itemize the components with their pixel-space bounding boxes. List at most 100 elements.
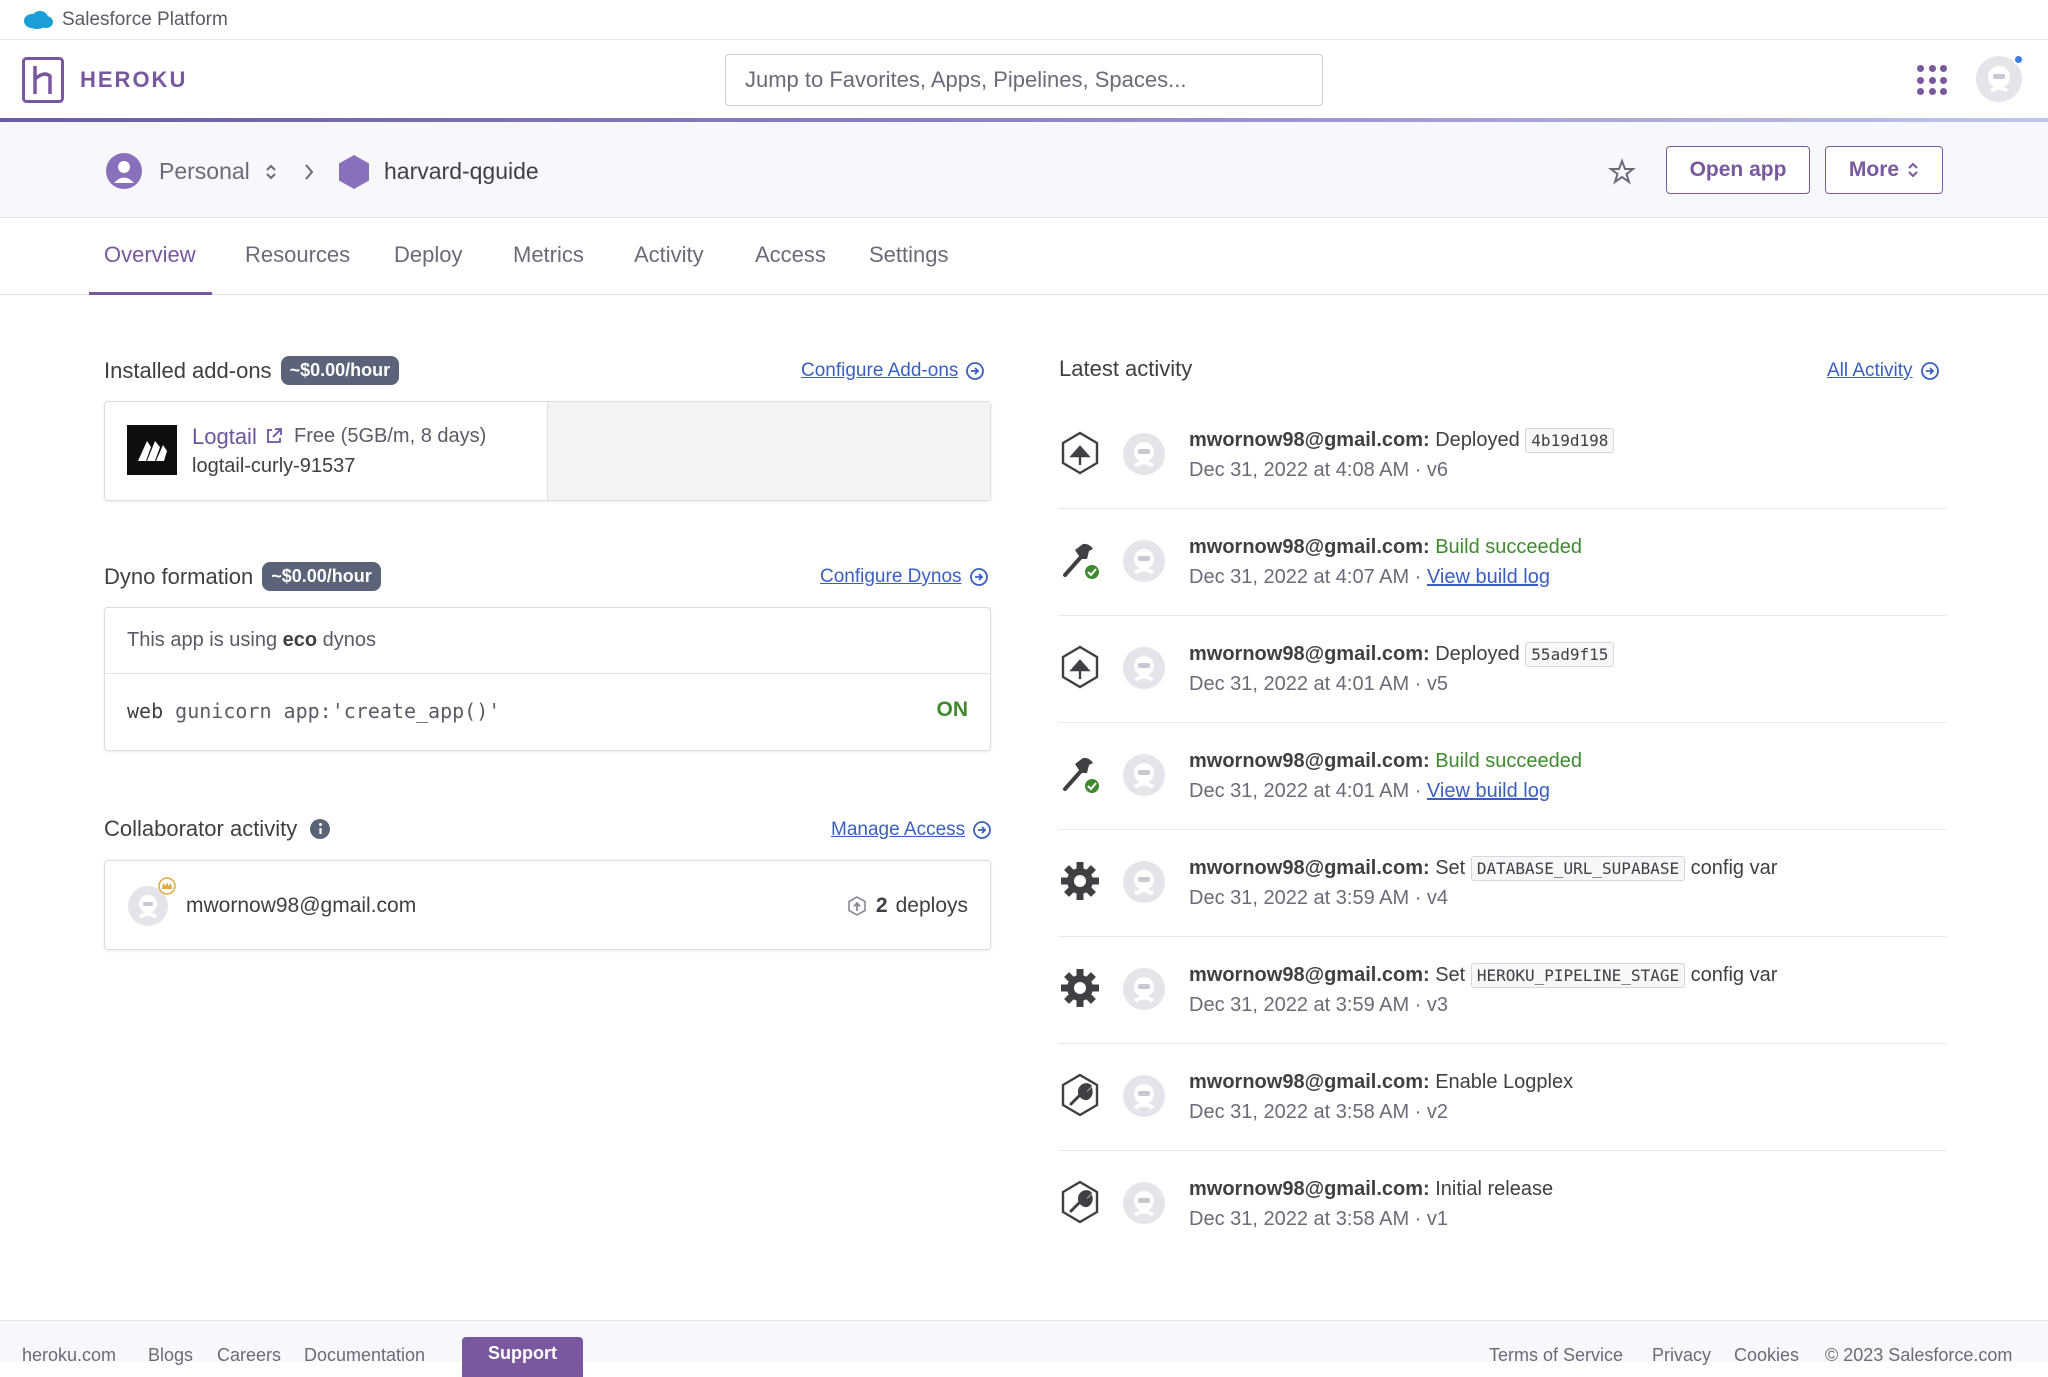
favorite-star-icon[interactable] [1608, 158, 1636, 186]
user-avatar [1123, 754, 1165, 796]
activity-timestamp: Dec 31, 2022 at 3:59 AM · v4 [1189, 887, 1449, 909]
config-var-name: HEROKU_PIPELINE_STAGE [1470, 963, 1686, 988]
footer-link-terms[interactable]: Terms of Service [1489, 1345, 1623, 1366]
app-header: Personal harvard-qguide Open app More [0, 122, 2048, 218]
footer-link-blogs[interactable]: Blogs [148, 1345, 193, 1366]
build-hammer-icon [1063, 757, 1101, 795]
activity-summary: mwornow98@gmail.com: Enable Logplex [1189, 1071, 1573, 1094]
addon-name-link[interactable]: Logtail [192, 424, 257, 450]
updown-chevron-icon[interactable] [264, 162, 278, 182]
dyno-section-title: Dyno formation ~$0.00/hour [104, 562, 381, 591]
addon-empty-slot [547, 402, 990, 500]
activity-user: mwornow98@gmail.com: [1189, 1178, 1430, 1200]
activity-action: Build succeeded [1435, 750, 1582, 772]
heroku-logo[interactable]: HEROKU [22, 57, 187, 103]
heroku-logo-icon [22, 57, 64, 103]
active-tab-indicator [89, 292, 212, 295]
collaborator-card: mwornow98@gmail.com 2 deploys [104, 860, 991, 950]
user-avatar [1123, 968, 1165, 1010]
activity-user: mwornow98@gmail.com: [1189, 536, 1430, 558]
configure-dynos-label: Configure Dynos [820, 566, 962, 587]
search-input[interactable] [725, 54, 1323, 106]
circle-arrow-icon [1920, 362, 1939, 380]
all-activity-link[interactable]: All Activity [1827, 360, 1939, 382]
tab-access[interactable]: Access [755, 242, 826, 268]
activity-user: mwornow98@gmail.com: [1189, 857, 1430, 879]
view-build-log-link[interactable]: View build log [1427, 566, 1550, 588]
activity-timestamp: Dec 31, 2022 at 3:58 AM · v1 [1189, 1208, 1449, 1230]
account-switcher[interactable]: Personal [159, 158, 250, 185]
user-avatar [1123, 1075, 1165, 1117]
configure-addons-label: Configure Add-ons [801, 360, 959, 381]
addon-id: logtail-curly-91537 [192, 455, 356, 477]
collaborator-deploys: 2 deploys [846, 894, 968, 918]
dyno-type-note: This app is using eco dynos [127, 629, 376, 652]
activity-user: mwornow98@gmail.com: [1189, 429, 1430, 451]
footer-link-documentation[interactable]: Documentation [304, 1345, 425, 1366]
activity-section-title: Latest activity [1059, 356, 1192, 382]
tab-metrics[interactable]: Metrics [513, 242, 584, 268]
wrench-icon [1061, 1180, 1099, 1224]
deploy-icon [1061, 645, 1099, 689]
more-button[interactable]: More [1825, 146, 1943, 194]
activity-item: mwornow98@gmail.com: Set HEROKU_PIPELINE… [1059, 937, 1946, 1044]
dyno-process[interactable]: web gunicorn app:'create_app()' [127, 699, 500, 723]
tab-settings[interactable]: Settings [869, 242, 949, 268]
deploy-icon [848, 896, 866, 916]
activity-item: mwornow98@gmail.com: Build succeeded Dec… [1059, 723, 1946, 830]
user-avatar [1123, 647, 1165, 689]
activity-item: mwornow98@gmail.com: Build succeeded Dec… [1059, 509, 1946, 616]
wrench-icon [1061, 1073, 1099, 1117]
dyno-note-prefix: This app is using [127, 629, 278, 651]
activity-item: mwornow98@gmail.com: Enable Logplex Dec … [1059, 1044, 1946, 1151]
activity-summary: mwornow98@gmail.com: Build succeeded [1189, 750, 1582, 773]
info-icon[interactable] [309, 818, 331, 840]
activity-timestamp: Dec 31, 2022 at 4:07 AM · View build log [1189, 566, 1550, 589]
activity-action: Initial release [1435, 1178, 1554, 1200]
activity-item: mwornow98@gmail.com: Initial release Dec… [1059, 1151, 1946, 1258]
configure-addons-link[interactable]: Configure Add-ons [801, 360, 985, 382]
more-button-label: More [1848, 158, 1900, 181]
activity-item: mwornow98@gmail.com: Deployed 55ad9f15 D… [1059, 616, 1946, 723]
footer-link-cookies[interactable]: Cookies [1734, 1345, 1799, 1366]
external-link-icon[interactable] [264, 426, 284, 446]
activity-user: mwornow98@gmail.com: [1189, 750, 1430, 772]
gear-icon [1061, 969, 1099, 1007]
activity-summary: mwornow98@gmail.com: Deployed 55ad9f15 [1189, 642, 1615, 667]
activity-summary: mwornow98@gmail.com: Set HEROKU_PIPELINE… [1189, 963, 1777, 988]
activity-timestamp: Dec 31, 2022 at 3:59 AM · v3 [1189, 994, 1449, 1016]
open-app-button[interactable]: Open app [1666, 146, 1810, 194]
app-launcher-icon[interactable] [1917, 65, 1947, 95]
commit-hash: 4b19d198 [1525, 428, 1615, 453]
footer-link-heroku[interactable]: heroku.com [22, 1345, 116, 1366]
commit-hash: 55ad9f15 [1525, 642, 1615, 667]
activity-action: Deployed [1435, 643, 1520, 665]
salesforce-label: Salesforce Platform [62, 8, 228, 30]
breadcrumb-chevron-icon [305, 164, 314, 180]
activity-user: mwornow98@gmail.com: [1189, 643, 1430, 665]
tab-overview[interactable]: Overview [104, 242, 196, 268]
footer-copyright: © 2023 Salesforce.com [1825, 1345, 2013, 1365]
configure-dynos-link[interactable]: Configure Dynos [820, 566, 988, 588]
activity-timestamp: Dec 31, 2022 at 3:58 AM · v2 [1189, 1101, 1449, 1123]
tab-activity[interactable]: Activity [634, 242, 704, 268]
all-activity-label: All Activity [1827, 360, 1913, 381]
manage-access-link[interactable]: Manage Access [831, 819, 992, 841]
dyno-cost-badge: ~$0.00/hour [262, 562, 381, 591]
support-button[interactable]: Support [462, 1337, 583, 1377]
user-avatar [1123, 540, 1165, 582]
collab-title: Collaborator activity [104, 816, 298, 841]
logtail-logo-icon [127, 425, 177, 475]
footer-link-careers[interactable]: Careers [217, 1345, 281, 1366]
activity-summary: mwornow98@gmail.com: Set DATABASE_URL_SU… [1189, 856, 1777, 881]
activity-timestamp: Dec 31, 2022 at 4:08 AM · v6 [1189, 459, 1449, 481]
tab-deploy[interactable]: Deploy [394, 242, 462, 268]
footer-link-privacy[interactable]: Privacy [1652, 1345, 1711, 1366]
dyno-card: This app is using eco dynos web gunicorn… [104, 607, 991, 751]
build-hammer-icon [1063, 543, 1101, 581]
deploy-icon [1061, 431, 1099, 475]
activity-user: mwornow98@gmail.com: [1189, 1071, 1430, 1093]
view-build-log-link[interactable]: View build log [1427, 780, 1550, 802]
tab-resources[interactable]: Resources [245, 242, 350, 268]
activity-summary: mwornow98@gmail.com: Initial release [1189, 1178, 1553, 1201]
